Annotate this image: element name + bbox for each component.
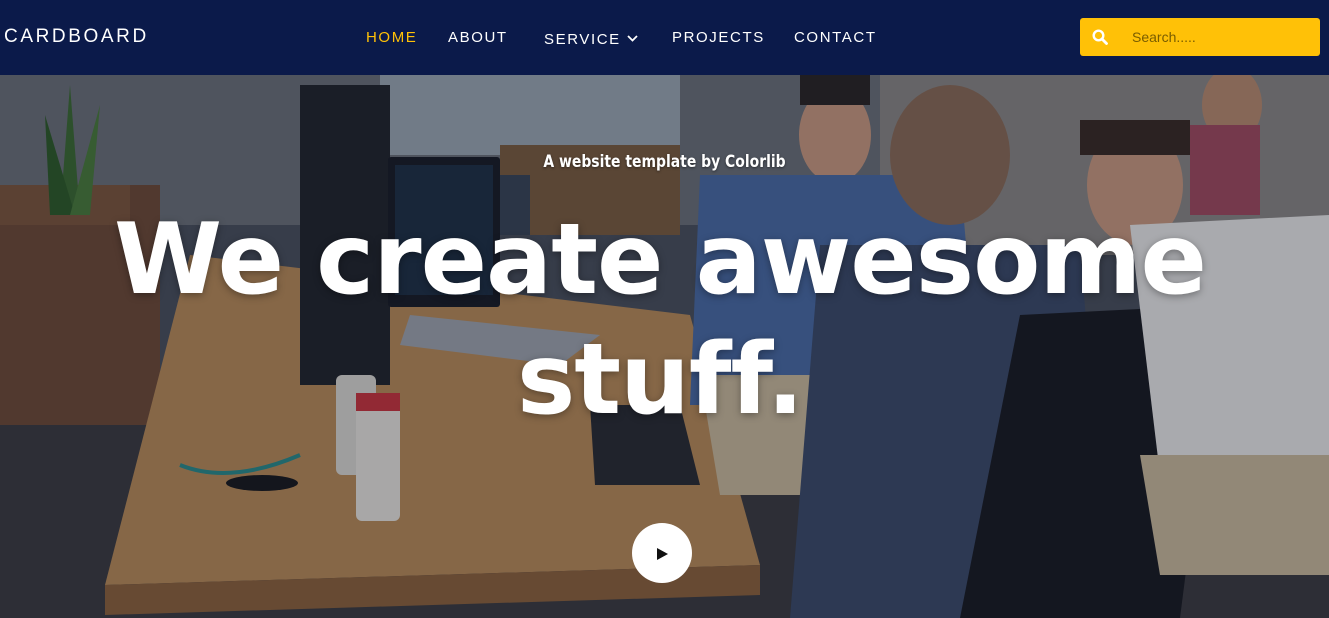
hero-section: A website template by Colorlib We create… bbox=[0, 75, 1329, 618]
nav-item-service[interactable]: SERVICE bbox=[544, 29, 638, 48]
search-icon[interactable] bbox=[1092, 29, 1108, 45]
play-video-button[interactable] bbox=[632, 523, 692, 583]
hero-subtitle: A website template by Colorlib bbox=[543, 152, 786, 172]
nav-item-contact[interactable]: CONTACT bbox=[794, 29, 877, 46]
nav-item-about[interactable]: ABOUT bbox=[448, 29, 508, 46]
nav-item-projects[interactable]: PROJECTS bbox=[672, 29, 765, 46]
nav-item-home[interactable]: HOME bbox=[366, 29, 417, 46]
hero-headline: We create awesome stuff. bbox=[113, 203, 1207, 437]
chevron-down-icon bbox=[627, 29, 638, 46]
search-input[interactable] bbox=[1122, 22, 1312, 52]
play-icon bbox=[656, 546, 669, 565]
brand-logo[interactable]: CARDBOARD bbox=[4, 26, 149, 48]
search-box bbox=[1080, 18, 1320, 56]
nav-item-service-label: SERVICE bbox=[544, 31, 621, 48]
site-header: CARDBOARD HOME ABOUT SERVICE PROJECTS CO… bbox=[0, 0, 1329, 75]
